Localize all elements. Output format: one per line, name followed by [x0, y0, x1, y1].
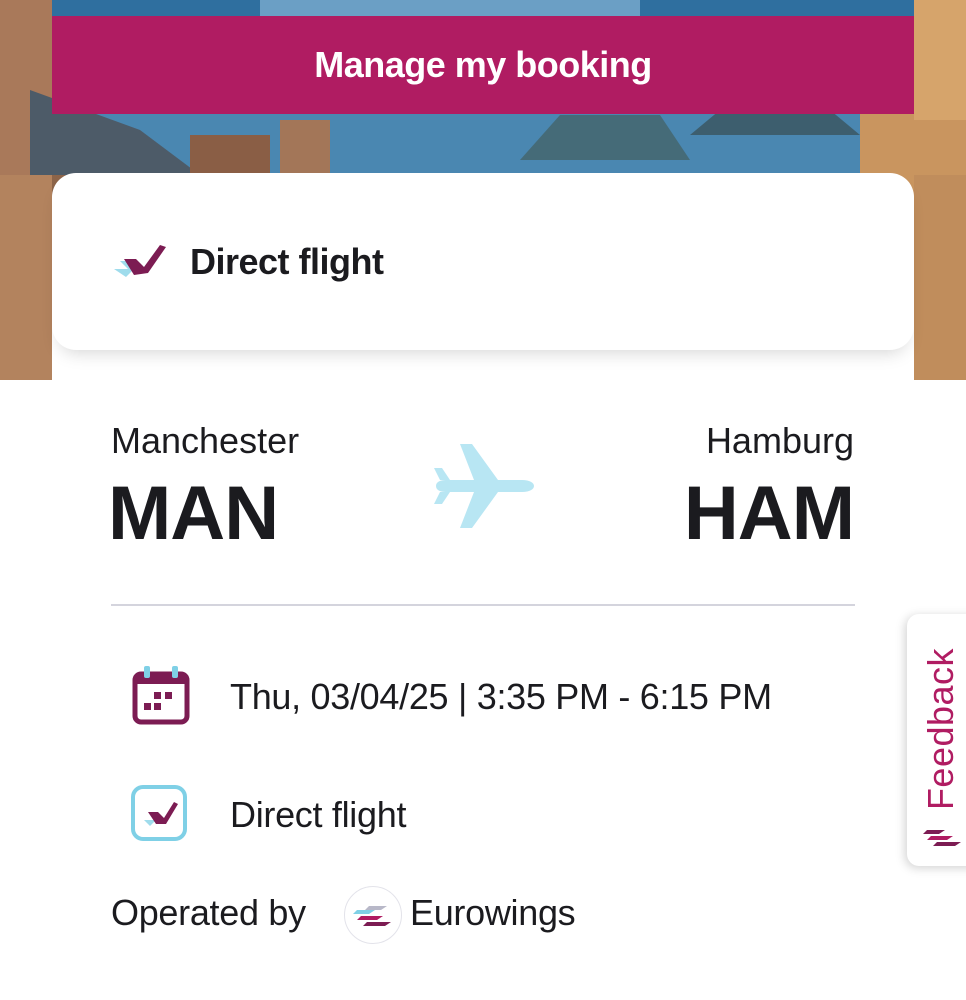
- manage-booking-label: Manage my booking: [314, 44, 652, 85]
- destination-code: HAM: [683, 471, 855, 556]
- calendar-icon: [132, 664, 190, 731]
- direct-flight-icon: [130, 784, 188, 847]
- airline-name: Eurowings: [410, 892, 576, 933]
- flight-schedule: Thu, 03/04/25 | 3:35 PM - 6:15 PM: [230, 676, 772, 717]
- flight-card-title: Direct flight: [190, 240, 384, 282]
- feedback-button[interactable]: Feedback: [907, 614, 966, 866]
- operated-by-label: Operated by: [111, 892, 306, 933]
- origin-code: MAN: [108, 471, 279, 556]
- destination-city: Hamburg: [705, 420, 854, 461]
- flight-type: Direct flight: [230, 794, 407, 835]
- flight-card-header: Direct flight: [52, 173, 914, 350]
- airplane-icon: [430, 440, 540, 537]
- route-divider: [111, 604, 855, 606]
- feedback-label: Feedback: [920, 647, 962, 811]
- origin-city: Manchester: [111, 420, 300, 461]
- eurowings-logo: [923, 822, 963, 853]
- manage-booking-button[interactable]: Manage my booking: [52, 16, 914, 114]
- direct-flight-icon: [110, 239, 168, 284]
- eurowings-logo: [344, 886, 402, 944]
